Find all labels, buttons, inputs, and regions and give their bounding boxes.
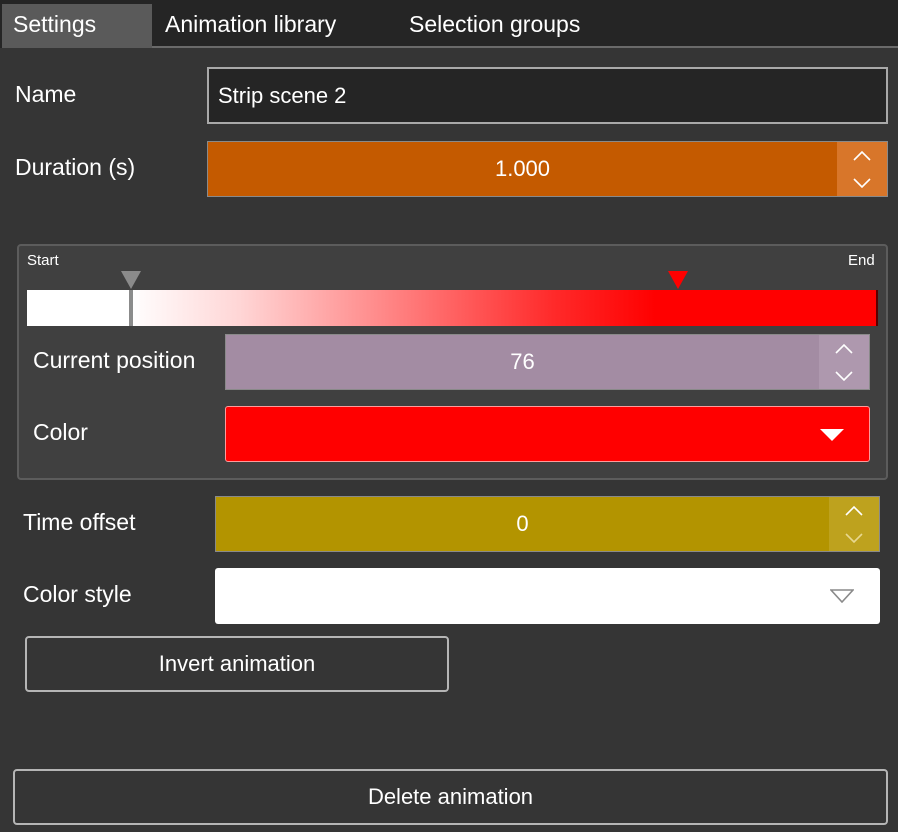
name-label: Name (15, 81, 77, 107)
chevron-up-icon[interactable] (829, 497, 879, 524)
tab-bar-divider (152, 46, 898, 48)
current-position-spinner-arrows (819, 335, 869, 389)
tab-selection-groups[interactable]: Selection groups (409, 4, 580, 48)
chevron-down-icon[interactable] (829, 524, 879, 551)
gradient-end-label: End (848, 252, 875, 269)
current-position-value[interactable]: 76 (226, 335, 819, 389)
chevron-up-icon[interactable] (819, 335, 869, 362)
color-style-select[interactable] (215, 568, 880, 624)
time-offset-value[interactable]: 0 (216, 497, 829, 551)
tab-settings[interactable]: Settings (2, 4, 152, 48)
duration-label: Duration (s) (15, 154, 136, 180)
current-position-label: Current position (33, 347, 196, 373)
gradient-stop-line[interactable] (129, 290, 133, 326)
duration-value[interactable]: 1.000 (208, 142, 837, 196)
color-label: Color (33, 419, 88, 445)
tab-animation-library[interactable]: Animation library (165, 4, 336, 48)
gradient-stop-marker-icon[interactable] (120, 270, 142, 290)
gradient-stop-marker-icon[interactable] (667, 270, 689, 290)
invert-animation-button[interactable]: Invert animation (25, 636, 449, 692)
time-offset-spinner-arrows (829, 497, 879, 551)
duration-spinner[interactable]: 1.000 (207, 141, 888, 197)
duration-spinner-arrows (837, 142, 887, 196)
color-select[interactable] (225, 406, 870, 462)
time-offset-label: Time offset (23, 509, 136, 535)
gradient-start-label: Start (27, 252, 59, 269)
delete-animation-button[interactable]: Delete animation (13, 769, 888, 825)
chevron-down-icon[interactable] (837, 169, 887, 196)
name-input[interactable]: Strip scene 2 (207, 67, 888, 124)
time-offset-spinner[interactable]: 0 (215, 496, 880, 552)
chevron-down-icon[interactable] (819, 362, 869, 389)
chevron-up-icon[interactable] (837, 142, 887, 169)
caret-down-icon (830, 589, 854, 603)
current-position-spinner[interactable]: 76 (225, 334, 870, 390)
color-style-label: Color style (23, 581, 132, 607)
caret-down-icon (820, 429, 844, 441)
gradient-bar[interactable] (27, 290, 878, 326)
